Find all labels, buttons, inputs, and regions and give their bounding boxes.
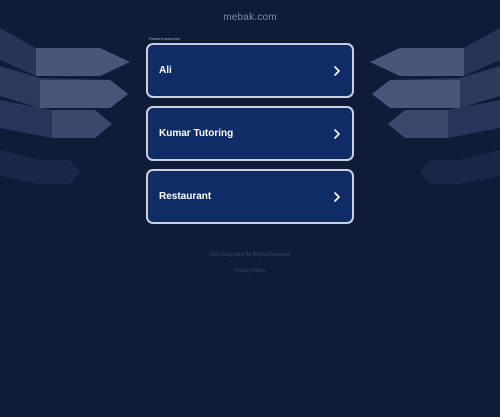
site-domain: mebak.com — [223, 12, 277, 23]
footer-disclaimer: 2025 Copyright. All Rights Reserved. — [209, 252, 291, 258]
search-link-restaurant[interactable]: Restaurant — [146, 169, 354, 224]
search-link-label: Restaurant — [159, 191, 212, 202]
search-link-label: Ali — [159, 65, 172, 76]
footer: 2025 Copyright. All Rights Reserved. Pri… — [0, 252, 500, 277]
related-searches-label: Related searches — [149, 36, 181, 41]
search-link-ali[interactable]: Ali — [146, 43, 354, 98]
chevron-right-icon — [331, 191, 343, 203]
search-link-kumar-tutoring[interactable]: Kumar Tutoring — [146, 106, 354, 161]
privacy-policy-link[interactable]: Privacy Policy — [234, 268, 265, 275]
chevron-right-icon — [331, 65, 343, 77]
related-searches-list: Ali Kumar Tutoring Restaurant — [146, 43, 354, 232]
search-link-label: Kumar Tutoring — [159, 128, 234, 139]
chevron-right-icon — [331, 128, 343, 140]
